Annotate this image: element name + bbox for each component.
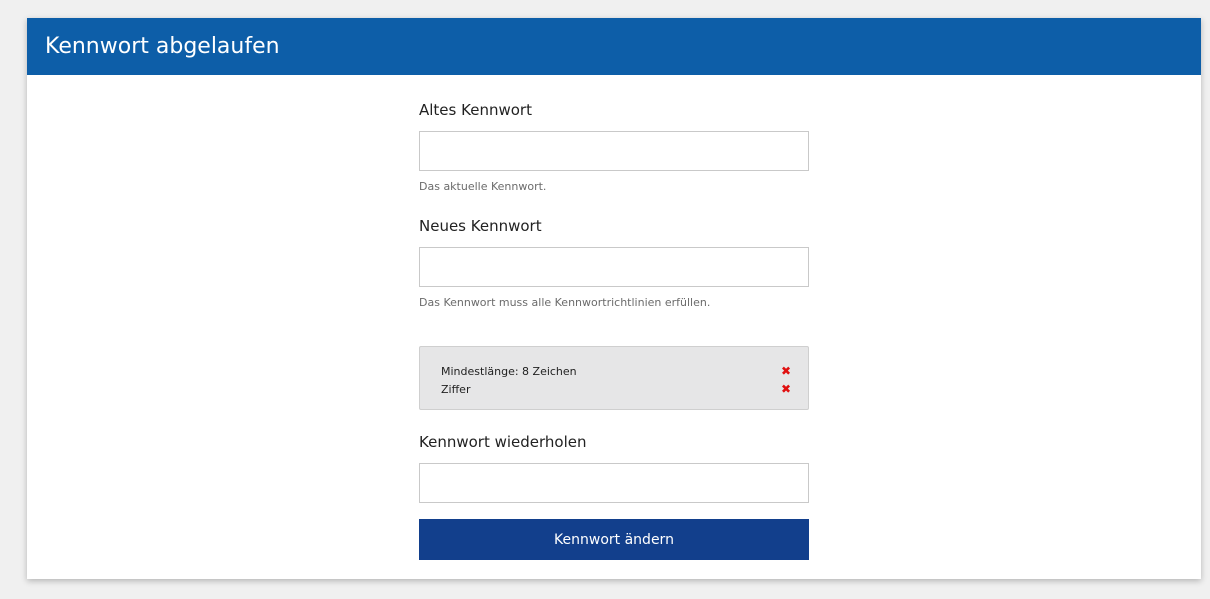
change-password-button[interactable]: Kennwort ändern [419,519,809,560]
page-title: Kennwort abgelaufen [45,34,280,59]
new-password-input[interactable] [419,247,809,287]
old-password-input[interactable] [419,131,809,171]
rule-label: Ziffer [441,383,471,396]
password-expired-card: Kennwort abgelaufen Altes Kennwort Das a… [27,18,1201,579]
cross-icon: ✖ [780,364,791,378]
old-password-label: Altes Kennwort [419,101,532,119]
old-password-help: Das aktuelle Kennwort. [419,180,547,193]
repeat-password-label: Kennwort wiederholen [419,433,587,451]
repeat-password-input[interactable] [419,463,809,503]
password-rules-box: Mindestlänge: 8 Zeichen ✖ Ziffer ✖ [419,346,809,410]
new-password-help: Das Kennwort muss alle Kennwortrichtlini… [419,296,711,309]
card-header: Kennwort abgelaufen [27,18,1201,75]
cross-icon: ✖ [780,382,791,396]
rule-label: Mindestlänge: 8 Zeichen [441,365,577,378]
new-password-label: Neues Kennwort [419,217,542,235]
